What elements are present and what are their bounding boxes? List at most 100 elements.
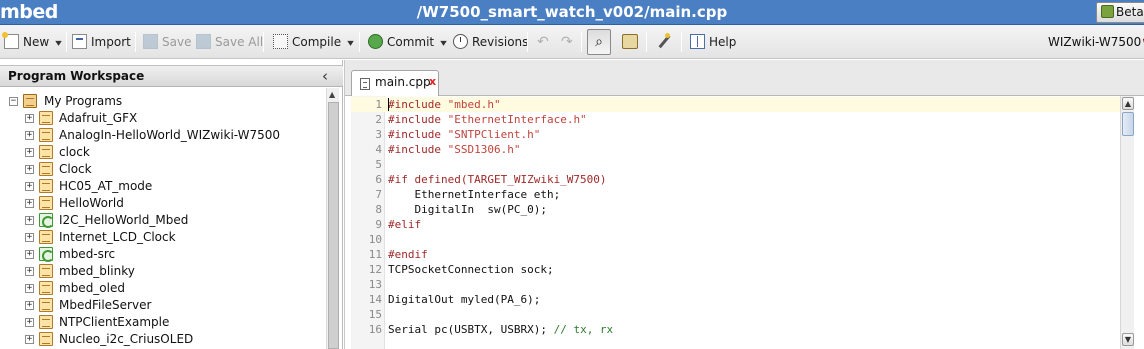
expand-toggle-icon[interactable]: +	[25, 335, 34, 344]
revisions-button[interactable]: Revisions	[453, 32, 528, 52]
expand-toggle-icon[interactable]: +	[25, 216, 34, 225]
code-text: #include "EthernetInterface.h"	[388, 112, 587, 127]
tree-item-label: mbed-src	[59, 247, 116, 261]
expand-toggle-icon[interactable]: +	[25, 165, 34, 174]
library-icon	[39, 213, 54, 228]
collapse-toggle-icon[interactable]: −	[9, 97, 18, 106]
line-number: 14	[368, 293, 382, 306]
tree-item-label: I2C_HelloWorld_Mbed	[59, 213, 189, 227]
help-label: Help	[709, 35, 737, 49]
code-text: DigitalOut myled(PA_6);	[388, 292, 540, 307]
tree-item-label: HelloWorld	[59, 196, 124, 210]
expand-toggle-icon[interactable]: +	[25, 267, 34, 276]
editor-scrollbar[interactable]: ▲ ▼	[1120, 96, 1134, 349]
program-icon	[39, 179, 53, 193]
program-icon	[39, 145, 53, 159]
code-token: Serial pc(USBTX, USBRX);	[388, 323, 554, 336]
save-all-button[interactable]: Save All	[196, 32, 263, 52]
expand-toggle-icon[interactable]: +	[25, 301, 34, 310]
platform-selector[interactable]: WIZwiki-W7500	[1048, 32, 1144, 52]
tree-item-label: Clock	[59, 162, 92, 176]
commit-icon	[368, 34, 383, 49]
title-bar: mbed /W7500_smart_watch_v002/main.cpp Be…	[0, 0, 1144, 25]
string-token: "mbed.h"	[447, 98, 501, 111]
expand-toggle-icon[interactable]: +	[25, 131, 34, 140]
import-button[interactable]: Import	[72, 32, 131, 52]
line-number: 8	[375, 203, 382, 216]
program-icon	[39, 298, 53, 312]
beta-button[interactable]: Beta	[1096, 2, 1144, 23]
find-binoculars-icon[interactable]: ⌕	[587, 29, 611, 55]
code-line: 13	[351, 277, 1131, 292]
close-icon[interactable]: x	[429, 75, 436, 88]
chevron-down-icon[interactable]: ▾	[440, 34, 447, 54]
code-text: #if defined(TARGET_WIZwiki_W7500)	[388, 172, 607, 187]
tab-main-cpp[interactable]: main.cpp x	[351, 70, 439, 96]
code-line: 3 #include "SNTPClient.h"	[351, 127, 1131, 142]
expand-toggle-icon[interactable]: +	[25, 199, 34, 208]
program-icon	[39, 111, 53, 125]
tree-item-label: Adafruit_GFX	[59, 111, 138, 125]
scroll-down-icon[interactable]: ▼	[1122, 333, 1134, 346]
code-line: 11 #endif	[351, 247, 1131, 262]
preprocessor-token: #include	[388, 128, 448, 141]
print-icon[interactable]	[622, 34, 638, 49]
program-icon	[39, 281, 53, 295]
string-token: "SNTPClient.h"	[447, 128, 541, 141]
collapse-panel-icon[interactable]: ‹	[322, 66, 328, 86]
revisions-label: Revisions	[472, 35, 529, 49]
program-icon	[39, 230, 53, 244]
tab-label: main.cpp	[375, 75, 431, 89]
expand-toggle-icon[interactable]: +	[25, 114, 34, 123]
expand-toggle-icon[interactable]: +	[25, 233, 34, 242]
code-line: 1 #include "mbed.h"	[351, 97, 1131, 112]
chevron-down-icon[interactable]: ▾	[55, 34, 62, 54]
program-icon	[39, 162, 53, 176]
help-button[interactable]: Help	[690, 32, 736, 52]
save-icon	[143, 34, 158, 49]
code-line: 10	[351, 232, 1131, 247]
undo-icon[interactable]: ↶	[537, 32, 549, 52]
scroll-up-icon[interactable]: ▲	[329, 90, 335, 99]
expand-toggle-icon[interactable]: +	[25, 250, 34, 259]
string-token: "EthernetInterface.h"	[447, 113, 587, 126]
clock-icon	[453, 34, 468, 49]
compile-icon	[273, 34, 288, 49]
scrollbar-thumb[interactable]	[328, 102, 339, 349]
toolbar-divider	[66, 32, 67, 52]
redo-icon[interactable]: ↷	[561, 32, 573, 52]
line-number: 2	[375, 113, 382, 126]
expand-toggle-icon[interactable]: +	[25, 284, 34, 293]
format-wand-icon[interactable]	[656, 33, 672, 49]
expand-toggle-icon[interactable]: +	[25, 148, 34, 157]
tree-item-label: mbed_oled	[59, 281, 125, 295]
code-area[interactable]: 1 #include "mbed.h" 2 #include "EthernetInt…	[351, 96, 1131, 349]
import-icon	[72, 34, 87, 49]
chevron-down-icon[interactable]: ▾	[347, 34, 354, 54]
import-label: Import	[91, 35, 131, 49]
code-token: DigitalIn sw(PC_0);	[388, 203, 547, 216]
line-number: 4	[375, 143, 382, 156]
code-line: 2 #include "EthernetInterface.h"	[351, 112, 1131, 127]
tree-item-label: Internet_LCD_Clock	[59, 230, 176, 244]
code-line: 12 TCPSocketConnection sock;	[351, 262, 1131, 277]
preprocessor-token: #endif	[388, 248, 428, 261]
line-number: 10	[368, 233, 382, 246]
platform-label: WIZwiki-W7500	[1048, 35, 1142, 49]
scroll-up-icon[interactable]: ▲	[1122, 97, 1134, 110]
save-button[interactable]: Save	[143, 32, 191, 52]
new-label: New	[23, 35, 50, 49]
code-line: 4 #include "SSD1306.h"	[351, 142, 1131, 157]
compile-button[interactable]: Compile ▾	[273, 32, 354, 54]
scrollbar-thumb[interactable]	[1122, 112, 1134, 136]
expand-toggle-icon[interactable]: +	[25, 182, 34, 191]
program-icon	[39, 332, 53, 346]
tree-item-label: AnalogIn-HelloWorld_WIZwiki-W7500	[59, 128, 281, 142]
new-button[interactable]: New ▾	[2, 32, 62, 54]
commit-button[interactable]: Commit ▾	[368, 32, 447, 54]
expand-toggle-icon[interactable]: +	[25, 318, 34, 327]
tree-item-label: MbedFileServer	[59, 298, 152, 312]
workspace-scrollbar[interactable]: ▲	[326, 88, 339, 349]
line-number: 7	[375, 188, 382, 201]
tree-item-label: clock	[59, 145, 90, 159]
